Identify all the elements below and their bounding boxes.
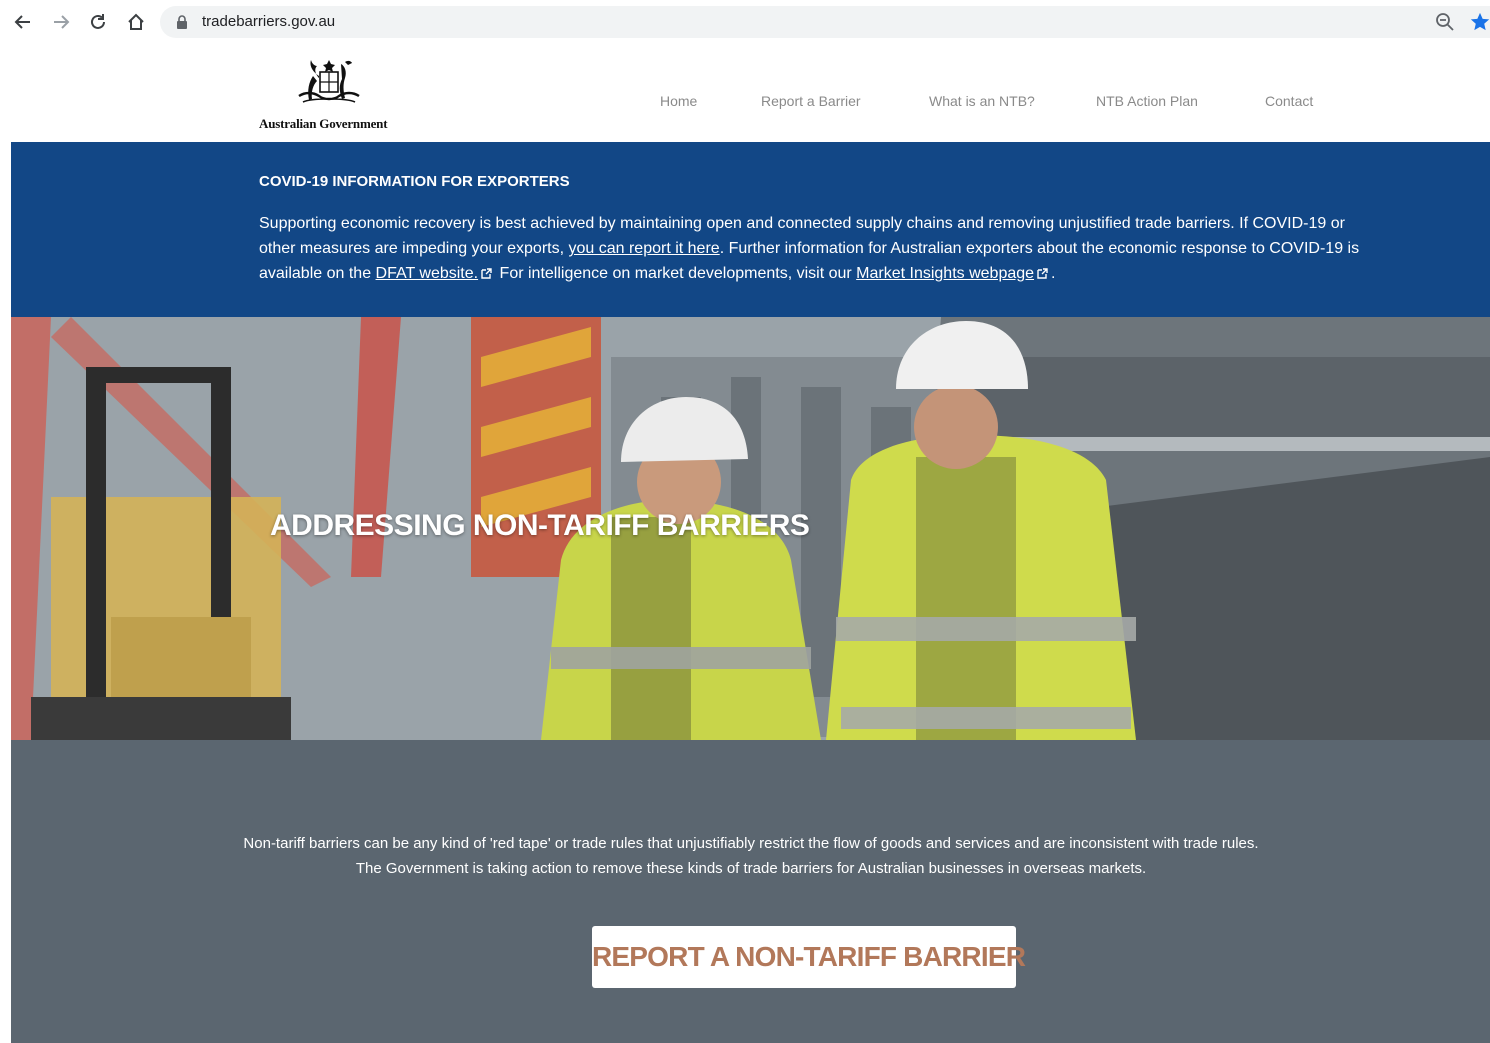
forward-icon[interactable] [47, 8, 75, 36]
nav-report-a-barrier[interactable]: Report a Barrier [761, 93, 861, 109]
web-page: Australian Government Home Report a Barr… [11, 44, 1490, 1043]
coat-of-arms-icon [298, 60, 360, 103]
browser-toolbar: tradebarriers.gov.au [0, 0, 1490, 44]
nav-what-is-an-ntb[interactable]: What is an NTB? [929, 93, 1035, 109]
nav-contact[interactable]: Contact [1265, 93, 1313, 109]
hero-title: ADDRESSING NON-TARIFF BARRIERS [270, 509, 810, 542]
report-ntb-button[interactable]: REPORT A NON-TARIFF BARRIER [592, 926, 1026, 988]
covid-text-part: For intelligence on market developments,… [495, 265, 857, 282]
back-icon[interactable] [9, 8, 37, 36]
star-icon[interactable] [1469, 11, 1490, 33]
nav-home[interactable]: Home [660, 93, 697, 109]
covid-banner: COVID-19 INFORMATION FOR EXPORTERS Suppo… [11, 142, 1490, 317]
logo-text: Australian Government [259, 116, 388, 131]
covid-text: Supporting economic recovery is best ach… [259, 211, 1369, 286]
zoom-icon[interactable] [1435, 12, 1455, 32]
url-text[interactable]: tradebarriers.gov.au [202, 13, 335, 30]
covid-title: COVID-19 INFORMATION FOR EXPORTERS [259, 173, 570, 190]
australian-government-logo[interactable]: Australian Government [259, 54, 404, 134]
external-link-icon [481, 268, 492, 279]
lock-icon [177, 15, 187, 29]
reload-icon[interactable] [84, 8, 112, 36]
home-icon[interactable] [122, 8, 150, 36]
market-insights-link[interactable]: Market Insights webpage [856, 265, 1034, 282]
nav-ntb-action-plan[interactable]: NTB Action Plan [1096, 93, 1198, 109]
dfat-website-link[interactable]: DFAT website. [376, 265, 479, 282]
covid-text-part: . [1051, 265, 1056, 282]
address-bar[interactable]: tradebarriers.gov.au [160, 6, 1490, 38]
hero-banner: ADDRESSING NON-TARIFF BARRIERS [11, 317, 1490, 740]
report-it-here-link[interactable]: you can report it here [568, 240, 719, 257]
info-text: Non-tariff barriers can be any kind of '… [243, 835, 1259, 877]
site-header: Australian Government Home Report a Barr… [11, 44, 1490, 142]
external-link-icon [1037, 268, 1048, 279]
info-section: Non-tariff barriers can be any kind of '… [11, 740, 1490, 1043]
